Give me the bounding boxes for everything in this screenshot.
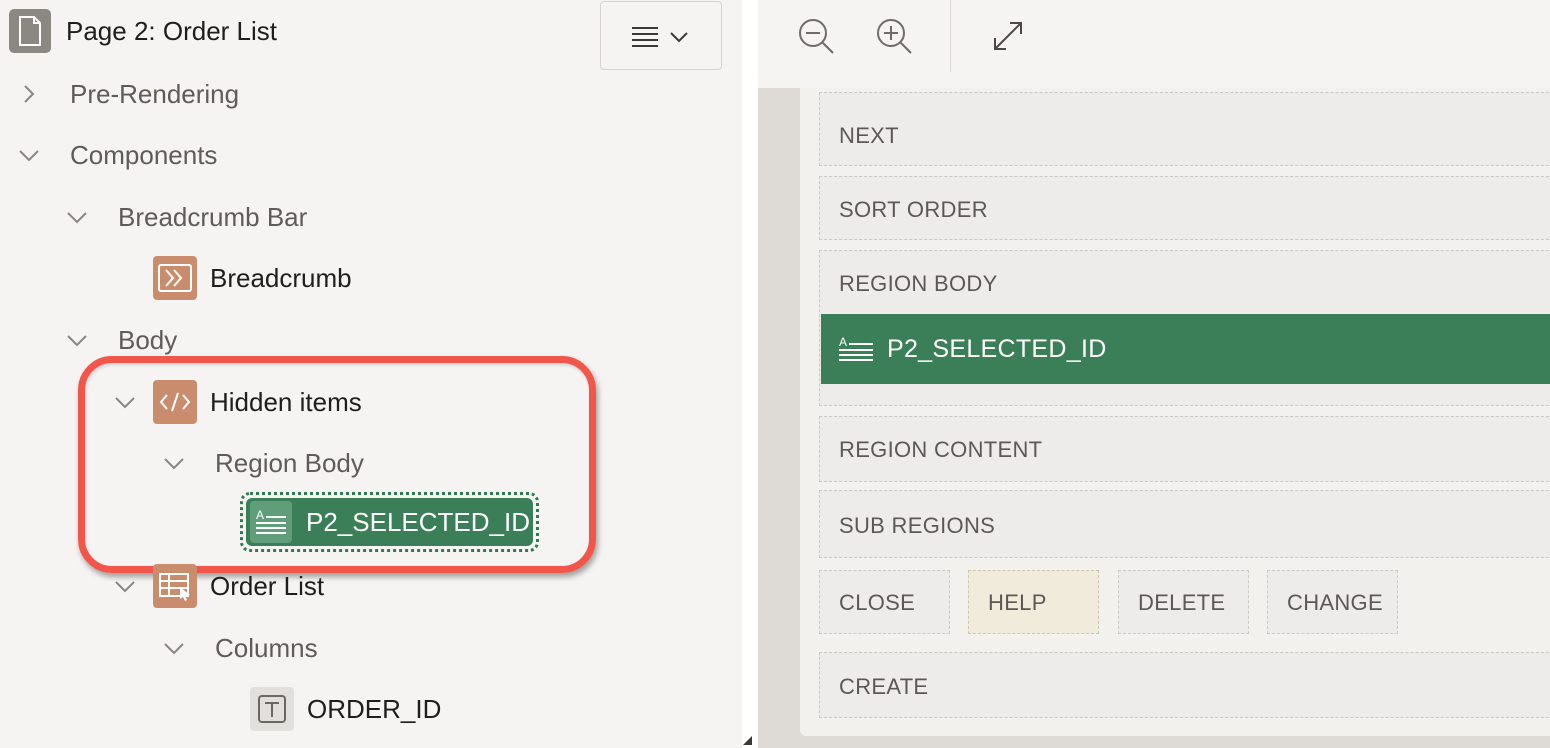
highlight-annotation (78, 356, 596, 573)
tree-node-order-list[interactable]: Order List (112, 561, 324, 611)
slot-label: SUB REGIONS (839, 513, 996, 538)
slot-label: SORT ORDER (839, 197, 988, 222)
tree-menu-button[interactable] (600, 1, 722, 70)
layout-panel: NEXT SORT ORDER REGION BODY A P2_SELECTE… (758, 0, 1550, 748)
tree-node-pre-rendering[interactable]: Pre-Rendering (16, 69, 239, 119)
slot-label: REGION BODY (839, 271, 998, 296)
text-column-icon (250, 687, 294, 731)
tree-label: ORDER_ID (307, 693, 442, 724)
slot-region-content[interactable]: REGION CONTENT (819, 416, 1550, 482)
zoom-out-icon (799, 19, 834, 54)
chevron-down-icon[interactable] (161, 635, 187, 661)
tree-node-order-id[interactable]: ORDER_ID (250, 684, 441, 734)
slot-close[interactable]: CLOSE (819, 570, 950, 634)
expand-button[interactable] (986, 14, 1030, 58)
chevron-down-icon[interactable] (64, 204, 90, 230)
breadcrumb-icon (153, 256, 197, 300)
rendering-tree-panel: Page 2: Order List Pre-Rendering Compone… (0, 0, 742, 748)
region-layout: NEXT SORT ORDER REGION BODY A P2_SELECTE… (800, 88, 1550, 736)
slot-sub-regions[interactable]: SUB REGIONS (819, 490, 1550, 558)
resize-corner-icon (743, 736, 752, 745)
slot-change[interactable]: CHANGE (1267, 570, 1398, 634)
slot-label: NEXT (839, 123, 899, 148)
tree-node-columns[interactable]: Columns (161, 623, 318, 673)
tree-node-components[interactable]: Components (16, 130, 217, 180)
tree-label: Components (70, 139, 218, 170)
tree-label: Body (118, 324, 178, 355)
slot-help[interactable]: HELP (968, 570, 1099, 634)
hidden-item-icon: A (839, 335, 873, 361)
slot-next[interactable]: NEXT (819, 92, 1550, 166)
page-icon (9, 9, 51, 53)
zoom-in-icon (877, 19, 912, 54)
chevron-down-icon[interactable] (112, 573, 138, 599)
toolbar-separator (950, 0, 951, 72)
tree-label: Pre-Rendering (70, 78, 240, 109)
slot-label: REGION CONTENT (839, 437, 1043, 462)
chevron-right-icon[interactable] (16, 81, 42, 107)
svg-text:A: A (839, 335, 847, 349)
layout-item-label: P2_SELECTED_ID (887, 334, 1107, 363)
tree-label: Breadcrumb (210, 262, 352, 293)
slot-sort-order[interactable]: SORT ORDER (819, 176, 1550, 240)
expand-icon (994, 22, 1022, 50)
layout-item-p2-selected-id[interactable]: A P2_SELECTED_ID (821, 314, 1550, 384)
chevron-down-icon[interactable] (64, 327, 90, 353)
interactive-report-icon (153, 564, 197, 608)
tree-label: Breadcrumb Bar (118, 201, 308, 232)
tree-node-breadcrumb[interactable]: Breadcrumb (153, 253, 352, 303)
layout-canvas: NEXT SORT ORDER REGION BODY A P2_SELECTE… (758, 88, 1550, 748)
tree-node-breadcrumb-bar[interactable]: Breadcrumb Bar (64, 192, 307, 242)
menu-icon (632, 27, 688, 47)
page-title[interactable]: Page 2: Order List (66, 16, 277, 47)
tree-label: Columns (215, 632, 318, 663)
panel-splitter[interactable] (742, 0, 758, 748)
slot-label: DELETE (1138, 590, 1226, 615)
slot-label: CREATE (839, 674, 929, 699)
zoom-out-button[interactable] (794, 14, 838, 58)
slot-delete[interactable]: DELETE (1118, 570, 1249, 634)
slot-create[interactable]: CREATE (819, 652, 1550, 718)
tree-label: Order List (210, 570, 325, 601)
zoom-in-button[interactable] (872, 14, 916, 58)
slot-label: CLOSE (839, 590, 916, 615)
chevron-down-icon[interactable] (16, 142, 42, 168)
layout-toolbar (758, 0, 1550, 88)
slot-label: HELP (988, 590, 1047, 615)
slot-label: CHANGE (1287, 590, 1383, 615)
